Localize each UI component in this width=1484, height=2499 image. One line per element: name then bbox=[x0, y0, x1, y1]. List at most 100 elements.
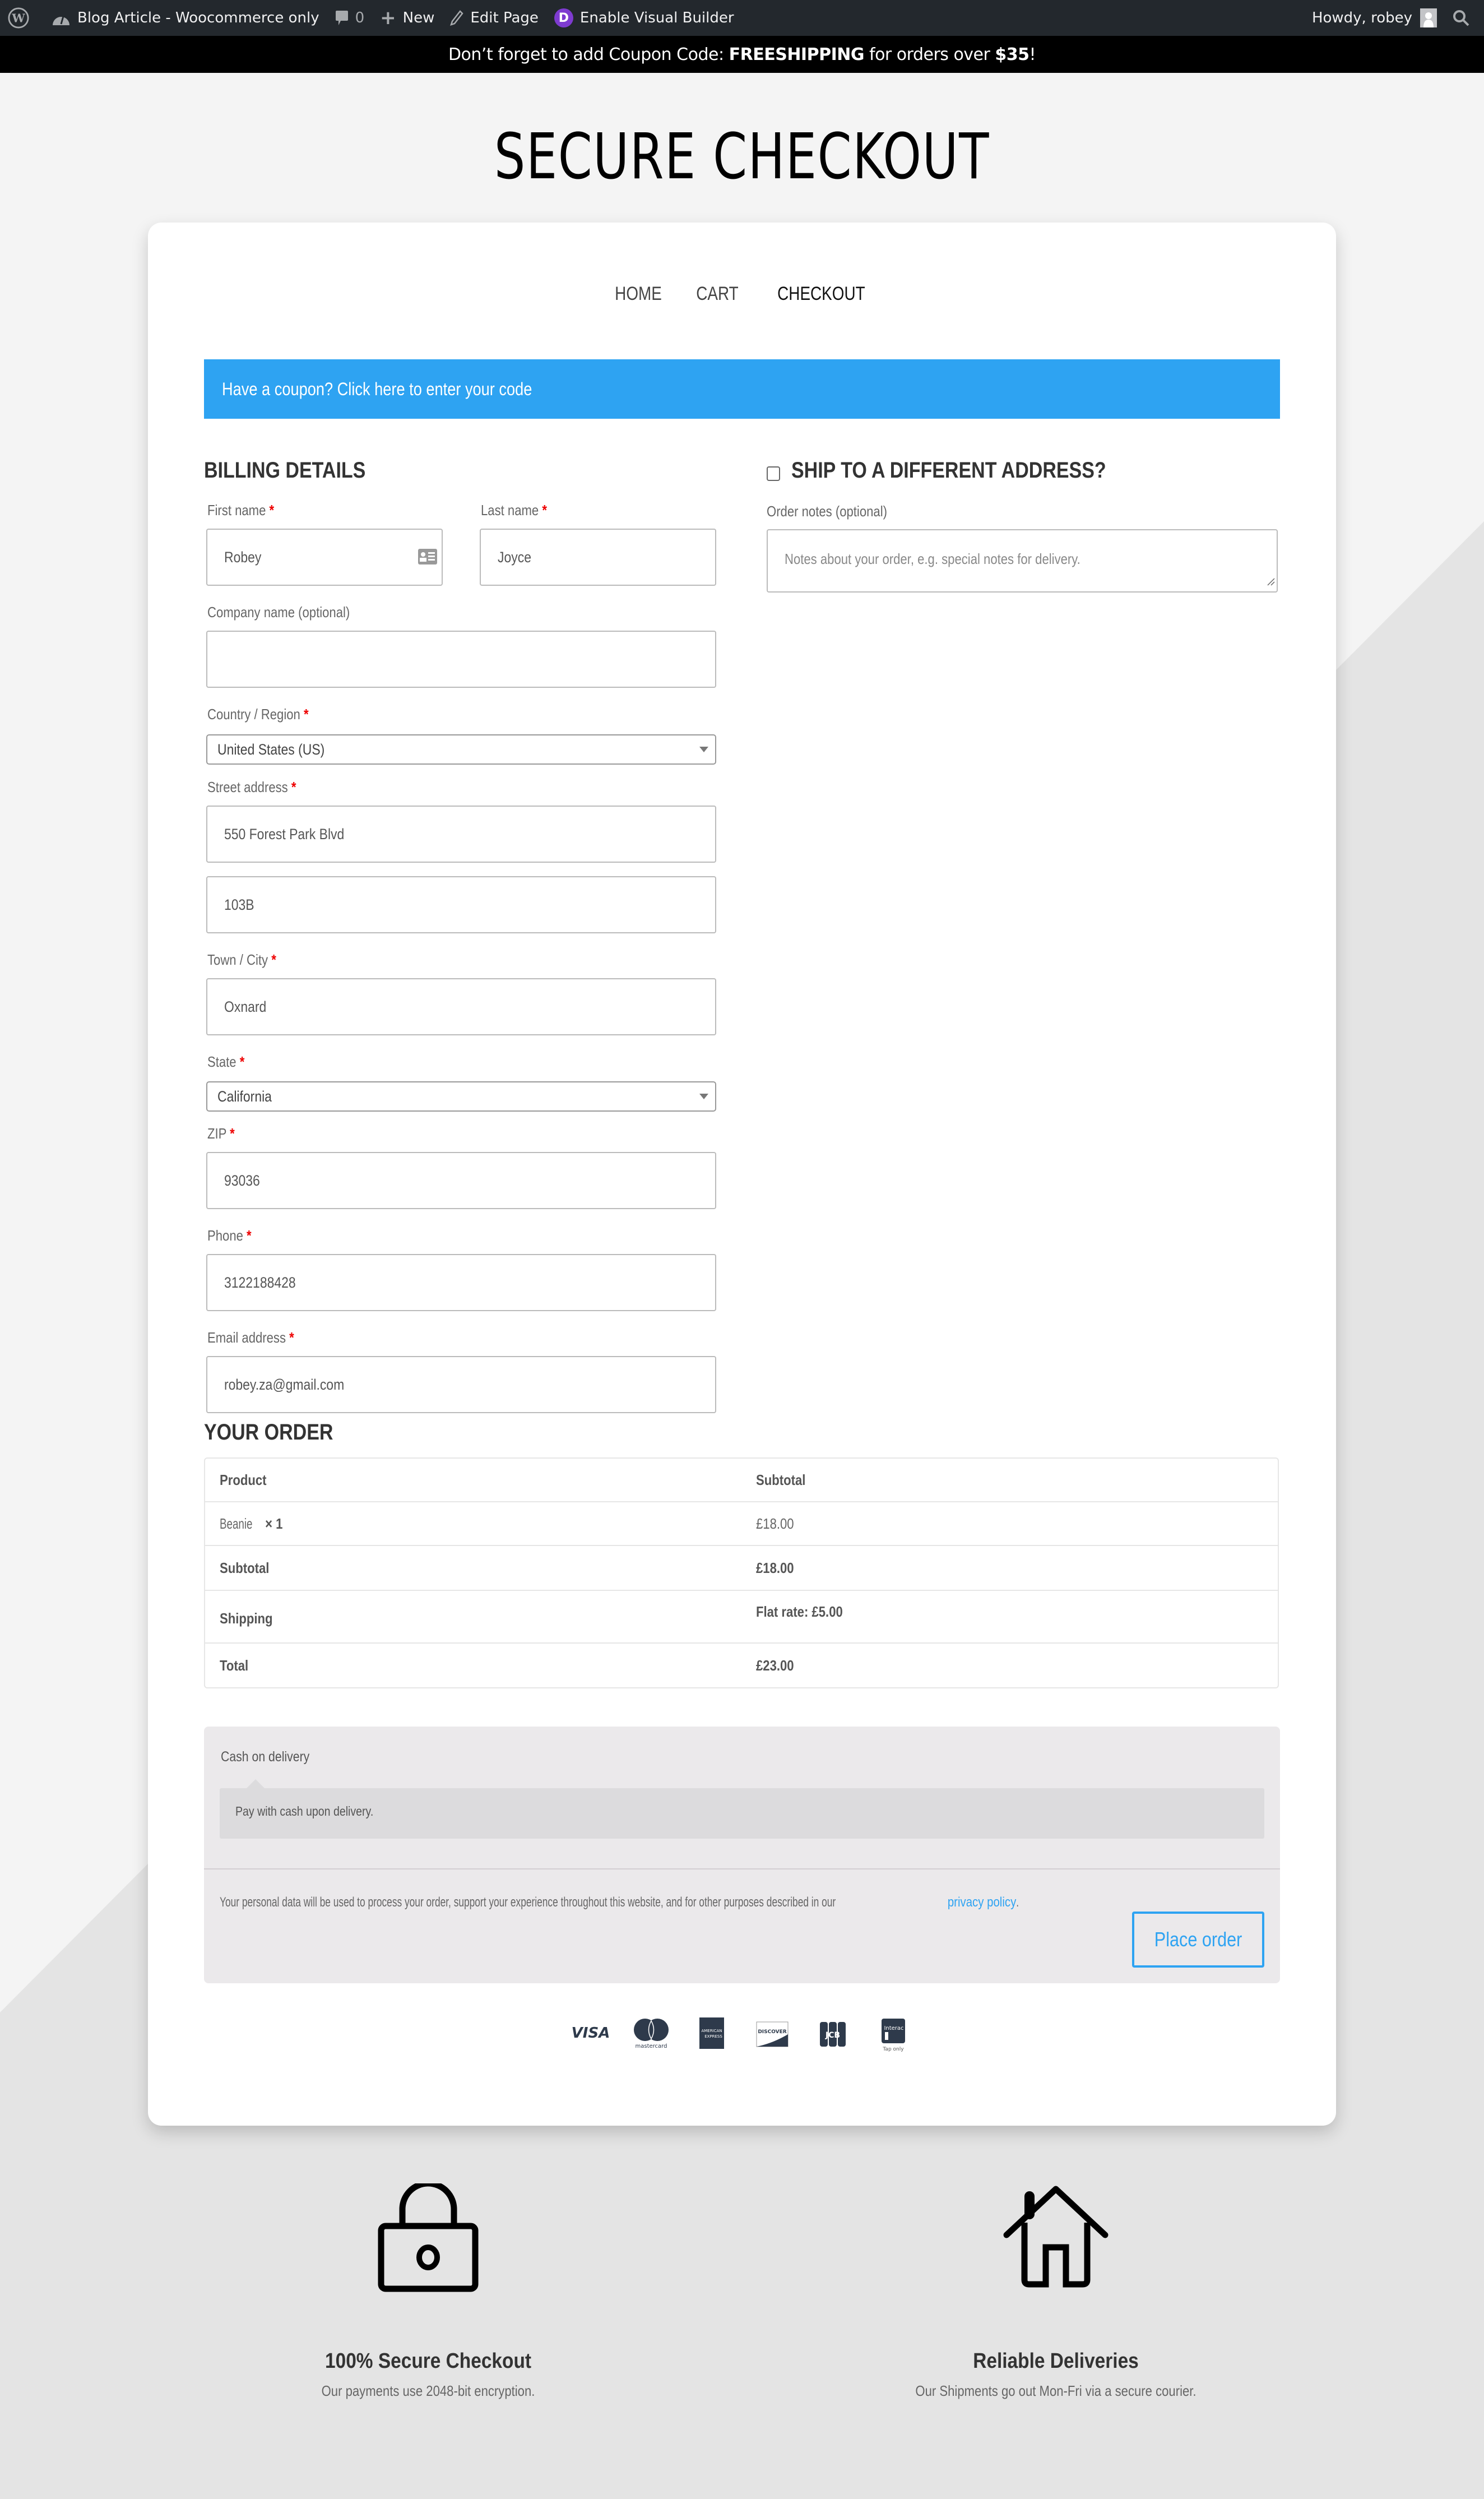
phone-input[interactable]: 3122188428 bbox=[206, 1254, 716, 1311]
column-header-product: Product bbox=[220, 1471, 267, 1488]
street-label: Street address * bbox=[207, 779, 296, 795]
svg-text:W: W bbox=[11, 11, 25, 25]
promo-code: FREESHIPPING bbox=[729, 44, 865, 64]
promo-middle: for orders over bbox=[864, 44, 995, 64]
site-name-link[interactable]: Blog Article - Woocommerce only bbox=[44, 0, 327, 36]
billing-heading: BILLING DETAILS bbox=[204, 458, 366, 483]
feature-reliable-deliveries: Reliable Deliveries Our Shipments go out… bbox=[776, 2183, 1336, 2400]
email-label: Email address * bbox=[207, 1329, 294, 1346]
ship-different-heading[interactable]: SHIP TO A DIFFERENT ADDRESS? bbox=[791, 458, 1106, 483]
new-label: New bbox=[402, 10, 435, 26]
phone-label: Phone * bbox=[207, 1227, 252, 1244]
comments-link[interactable]: 0 bbox=[327, 0, 373, 36]
new-content-link[interactable]: + New bbox=[372, 0, 442, 36]
product-subtotal: £18.00 bbox=[756, 1515, 794, 1532]
breadcrumb-nav: HOME CART CHECKOUT bbox=[148, 283, 1336, 305]
table-row: Beanie × 1 £18.00 bbox=[205, 1502, 1278, 1546]
subtotal-row: Subtotal £18.00 bbox=[205, 1546, 1278, 1591]
subtotal-value: £18.00 bbox=[756, 1559, 794, 1576]
company-input[interactable] bbox=[206, 631, 716, 688]
wordpress-icon: W bbox=[8, 7, 29, 29]
wp-admin-bar: W Blog Article - Woocommerce only 0 + Ne… bbox=[0, 0, 1484, 36]
feature-text: Our payments use 2048-bit encryption. bbox=[321, 2382, 535, 2399]
order-notes-textarea[interactable]: Notes about your order, e.g. special not… bbox=[767, 529, 1278, 593]
promo-amount: $35 bbox=[995, 44, 1029, 64]
city-input[interactable]: Oxnard bbox=[206, 978, 716, 1035]
site-name: Blog Article - Woocommerce only bbox=[77, 10, 319, 26]
order-review-table: Product Subtotal Beanie × 1 £18.00 Subto… bbox=[204, 1457, 1279, 1688]
promo-bar: Don’t forget to add Coupon Code: FREESHI… bbox=[0, 36, 1484, 73]
svg-text:mastercard: mastercard bbox=[636, 2043, 667, 2049]
nav-home[interactable]: HOME bbox=[615, 283, 662, 305]
country-label: Country / Region * bbox=[207, 706, 309, 723]
edit-page-link[interactable]: Edit Page bbox=[442, 0, 546, 36]
column-header-subtotal: Subtotal bbox=[756, 1471, 806, 1488]
payment-description: Pay with cash upon delivery. bbox=[235, 1804, 374, 1818]
feature-text: Our Shipments go out Mon-Fri via a secur… bbox=[915, 2382, 1197, 2399]
street-address-2-input[interactable]: 103B bbox=[206, 876, 716, 933]
nav-cart[interactable]: CART bbox=[696, 283, 738, 305]
order-notes-placeholder: Notes about your order, e.g. special not… bbox=[785, 550, 1080, 567]
required-mark: * bbox=[269, 502, 275, 519]
last-name-label: Last name * bbox=[481, 502, 547, 519]
comment-icon bbox=[335, 10, 349, 26]
company-label: Company name (optional) bbox=[207, 604, 350, 621]
visual-builder-label: Enable Visual Builder bbox=[579, 10, 734, 26]
table-header-row: Product Subtotal bbox=[205, 1459, 1278, 1502]
place-order-button[interactable]: Place order bbox=[1132, 1912, 1264, 1968]
nav-checkout[interactable]: CHECKOUT bbox=[777, 283, 865, 305]
total-row: Total £23.00 bbox=[205, 1644, 1278, 1687]
wordpress-logo-button[interactable]: W bbox=[0, 0, 44, 36]
svg-text:AMERICAN: AMERICAN bbox=[701, 2029, 722, 2033]
privacy-notice: Your personal data will be used to proce… bbox=[220, 1895, 1019, 1910]
payment-description-box: Pay with cash upon delivery. bbox=[220, 1779, 1264, 1839]
account-menu[interactable]: Howdy, robey bbox=[1304, 0, 1445, 36]
total-label: Total bbox=[220, 1656, 249, 1674]
interac-caption: Tap only bbox=[883, 2047, 904, 2052]
page-title: SECURE CHECKOUT bbox=[494, 121, 990, 193]
promo-suffix: ! bbox=[1029, 44, 1036, 64]
privacy-policy-link[interactable]: privacy policy bbox=[948, 1895, 1016, 1910]
city-label: Town / City * bbox=[207, 951, 276, 968]
avatar-icon bbox=[1420, 8, 1437, 27]
country-select[interactable]: United States (US) bbox=[206, 734, 716, 765]
street-address-input[interactable]: 550 Forest Park Blvd bbox=[206, 806, 716, 863]
plus-icon: + bbox=[380, 7, 396, 29]
coupon-link[interactable]: Have a coupon? Click here to enter your … bbox=[222, 379, 532, 400]
payment-method-cod[interactable]: Cash on delivery bbox=[221, 1749, 325, 1765]
subtotal-label: Subtotal bbox=[220, 1559, 270, 1576]
last-name-input[interactable]: Joyce bbox=[480, 529, 716, 586]
interac-icon: Interac Tap only bbox=[871, 2016, 915, 2056]
total-value: £23.00 bbox=[756, 1656, 794, 1674]
contact-card-icon[interactable] bbox=[418, 549, 437, 568]
svg-text:DISCOVER: DISCOVER bbox=[758, 2029, 786, 2035]
ship-different-checkbox[interactable] bbox=[767, 466, 780, 481]
pencil-icon bbox=[450, 10, 464, 26]
comments-count: 0 bbox=[355, 10, 365, 26]
first-name-input[interactable]: Robey bbox=[206, 529, 443, 586]
chevron-down-icon bbox=[699, 747, 708, 752]
promo-prefix: Don’t forget to add Coupon Code: bbox=[448, 44, 729, 64]
svg-text:EXPRESS: EXPRESS bbox=[704, 2034, 722, 2039]
greeting: Howdy, robey bbox=[1311, 10, 1412, 26]
shipping-label: Shipping bbox=[220, 1610, 273, 1627]
coupon-notice[interactable]: Have a coupon? Click here to enter your … bbox=[204, 359, 1280, 419]
visual-builder-link[interactable]: D Enable Visual Builder bbox=[546, 0, 742, 36]
email-input[interactable]: robey.za@gmail.com bbox=[206, 1356, 716, 1413]
amex-icon: AMERICAN EXPRESS bbox=[690, 2016, 734, 2056]
feature-title: Reliable Deliveries bbox=[973, 2349, 1139, 2373]
state-select[interactable]: California bbox=[206, 1081, 716, 1112]
divi-icon: D bbox=[554, 8, 573, 27]
house-icon bbox=[776, 2183, 1336, 2301]
search-button[interactable] bbox=[1445, 0, 1484, 36]
your-order-heading: YOUR ORDER bbox=[204, 1420, 333, 1445]
payment-section: Cash on delivery Pay with cash upon deli… bbox=[204, 1727, 1280, 1983]
resize-handle-icon[interactable] bbox=[1267, 573, 1276, 590]
edit-page-label: Edit Page bbox=[470, 10, 539, 26]
checkout-card: HOME CART CHECKOUT Have a coupon? Click … bbox=[148, 223, 1336, 2126]
shipping-row: Shipping Flat rate: £5.00 bbox=[205, 1591, 1278, 1644]
payment-logos: VISA mastercard AMERICAN EXPRESS DISCOVER… bbox=[148, 2016, 1336, 2067]
svg-text:Interac: Interac bbox=[884, 2025, 903, 2031]
zip-input[interactable]: 93036 bbox=[206, 1152, 716, 1209]
lock-icon bbox=[148, 2183, 708, 2301]
